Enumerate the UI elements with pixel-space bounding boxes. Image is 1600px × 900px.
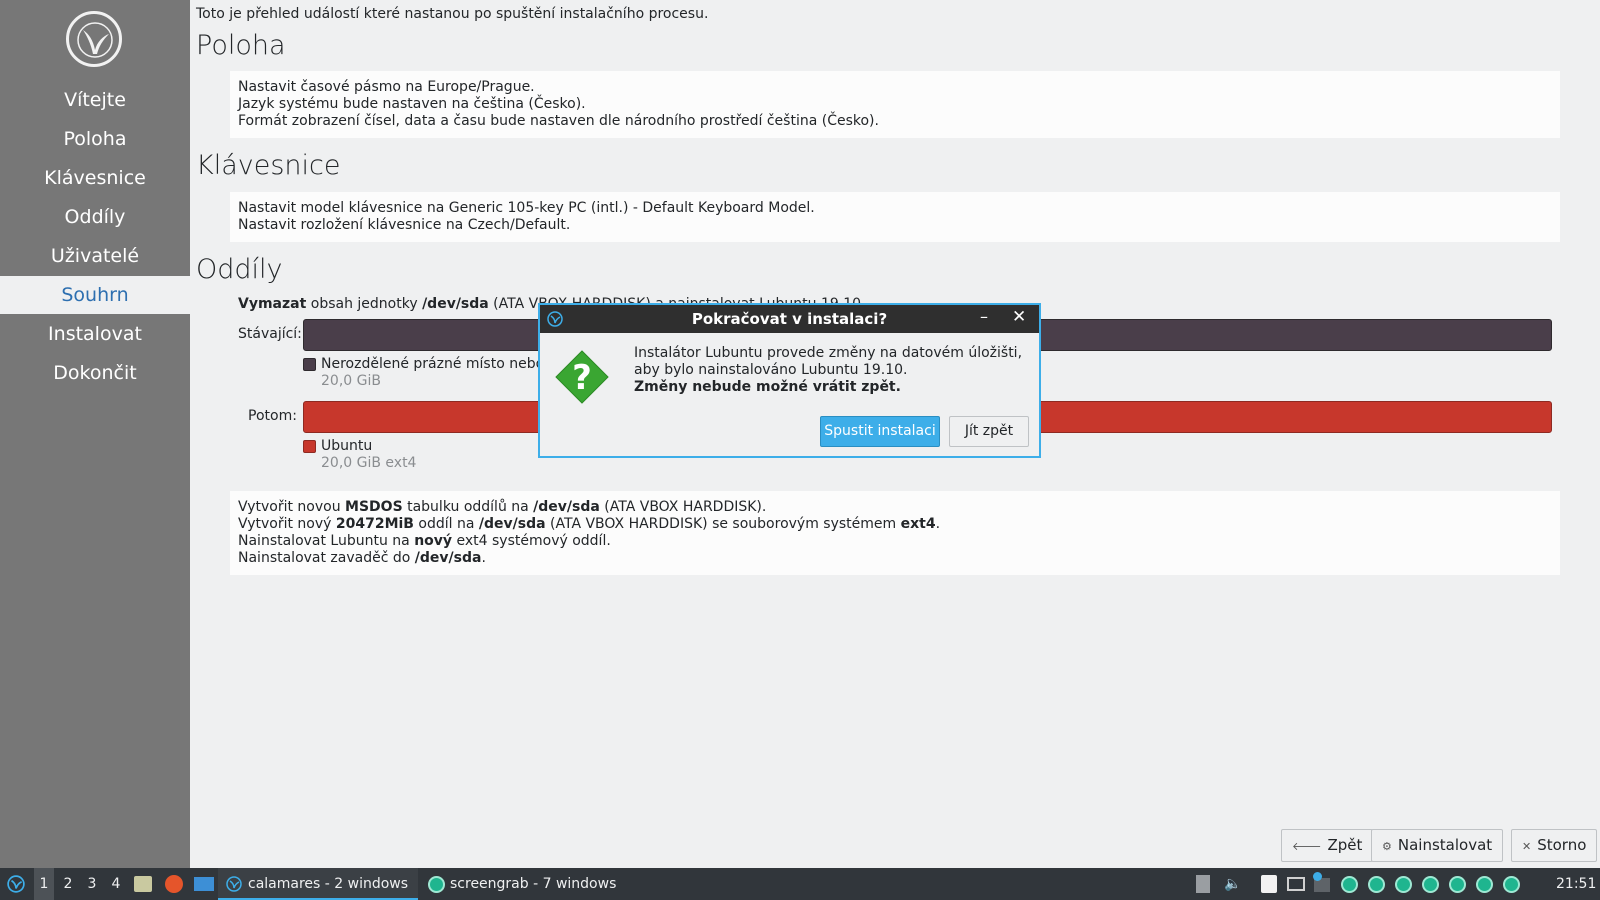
sidebar-item-souhrn: Souhrn [0, 276, 190, 314]
location-line: Formát zobrazení čísel, data a času bude… [238, 113, 879, 129]
workspace-2[interactable]: 2 [58, 868, 78, 900]
sidebar: Vítejte Poloha Klávesnice Oddíly Uživate… [0, 0, 190, 868]
sidebar-item-instalovat: Instalovat [48, 323, 142, 345]
screengrab-tray-icon[interactable] [1449, 876, 1466, 893]
sidebar-item-vitejte: Vítejte [64, 89, 126, 111]
section-title-keyboard: Klávesnice [196, 150, 341, 181]
sidebar-item-poloha: Poloha [63, 128, 127, 150]
close-icon: ✕ [1522, 840, 1532, 853]
desktop-icon[interactable] [194, 877, 214, 891]
screengrab-tray-icon[interactable] [1395, 876, 1412, 893]
clock[interactable]: 21:51 [1556, 868, 1596, 900]
current-legend-swatch [303, 358, 316, 371]
sidebar-item-dokoncit: Dokončit [53, 362, 137, 384]
sidebar-item-oddily: Oddíly [64, 206, 126, 228]
screengrab-tray-icon[interactable] [1368, 876, 1385, 893]
lubuntu-logo-icon [66, 11, 122, 67]
close-dialog-button[interactable]: ✕ [1012, 307, 1026, 327]
file-manager-icon[interactable] [134, 876, 152, 892]
notification-badge-icon [1313, 872, 1322, 881]
notes-icon[interactable] [1261, 875, 1277, 893]
keyboard-summary-box: Nastavit model klávesnice na Generic 105… [230, 192, 1560, 242]
keyboard-line: Nastavit rozložení klávesnice na Czech/D… [238, 217, 571, 233]
screengrab-tray-icon[interactable] [1503, 876, 1520, 893]
after-label: Potom: [248, 408, 297, 424]
workspace-3[interactable]: 3 [82, 868, 102, 900]
operation-line: Vytvořit novou MSDOS tabulku oddílů na /… [238, 499, 767, 515]
partition-operations-box: Vytvořit novou MSDOS tabulku oddílů na /… [230, 491, 1560, 575]
sidebar-item-uzivatele: Uživatelé [50, 245, 140, 267]
install-button[interactable]: ⚙ Nainstalovat [1371, 829, 1504, 862]
workspace-4[interactable]: 4 [106, 868, 126, 900]
location-line: Jazyk systému bude nastaven na čeština (… [238, 96, 586, 112]
calamares-icon [226, 876, 242, 892]
volume-icon[interactable]: 🔈 [1224, 868, 1241, 900]
question-icon: ? [555, 350, 609, 404]
current-legend-size: 20,0 GiB [321, 373, 381, 389]
location-line: Nastavit časové pásmo na Europe/Prague. [238, 79, 535, 95]
svg-text:?: ? [572, 358, 592, 398]
dialog-titlebar[interactable]: Pokračovat v instalaci? – ✕ [540, 305, 1039, 333]
start-install-button[interactable]: Spustit instalaci [820, 416, 940, 447]
section-title-location: Poloha [196, 30, 286, 61]
operation-line: Nainstalovat zavaděč do /dev/sda. [238, 550, 486, 566]
arrow-left-icon: 🡐 [1292, 840, 1322, 853]
keyboard-line: Nastavit model klávesnice na Generic 105… [238, 200, 815, 216]
task-screengrab[interactable]: screengrab - 7 windows [420, 868, 620, 900]
cancel-button[interactable]: ✕ Storno [1511, 829, 1598, 862]
screengrab-icon [428, 876, 445, 893]
taskbar: 1 2 3 4 calamares - 2 windows screengrab… [0, 868, 1600, 900]
after-legend-size: 20,0 GiB ext4 [321, 455, 417, 471]
operation-line: Vytvořit nový 20472MiB oddíl na /dev/sda… [238, 516, 941, 532]
operation-line: Nainstalovat Lubuntu na nový ext4 systém… [238, 533, 611, 549]
after-legend-swatch [303, 440, 316, 453]
task-calamares[interactable]: calamares - 2 windows [218, 868, 418, 900]
current-label: Stávající: [238, 326, 302, 342]
dialog-title: Pokračovat v instalaci? [691, 310, 888, 328]
workspace-1[interactable]: 1 [34, 868, 54, 900]
screengrab-tray-icon[interactable] [1341, 876, 1358, 893]
firefox-icon[interactable] [165, 875, 183, 893]
gear-icon: ⚙ [1382, 840, 1392, 853]
after-legend-name: Ubuntu [321, 438, 373, 454]
go-back-button[interactable]: Jít zpět [949, 416, 1029, 447]
screengrab-tray-icon[interactable] [1476, 876, 1493, 893]
screengrab-tray-icon[interactable] [1422, 876, 1439, 893]
location-summary-box: Nastavit časové pásmo na Europe/Prague. … [230, 71, 1560, 138]
sidebar-item-klavesnice: Klávesnice [44, 167, 146, 189]
start-menu-icon[interactable] [7, 875, 25, 893]
confirm-install-dialog: Pokračovat v instalaci? – ✕ ? Instalátor… [538, 303, 1041, 458]
dialog-message: Instalátor Lubuntu provede změny na dato… [634, 345, 1023, 395]
clipboard-icon[interactable] [1196, 875, 1210, 893]
minimize-button[interactable]: – [980, 307, 988, 326]
section-title-partitions: Oddíly [196, 254, 283, 285]
network-icon[interactable] [1287, 877, 1305, 891]
back-button[interactable]: 🡐 Zpět [1281, 829, 1374, 862]
intro-text: Toto je přehled událostí které nastanou … [196, 6, 709, 22]
